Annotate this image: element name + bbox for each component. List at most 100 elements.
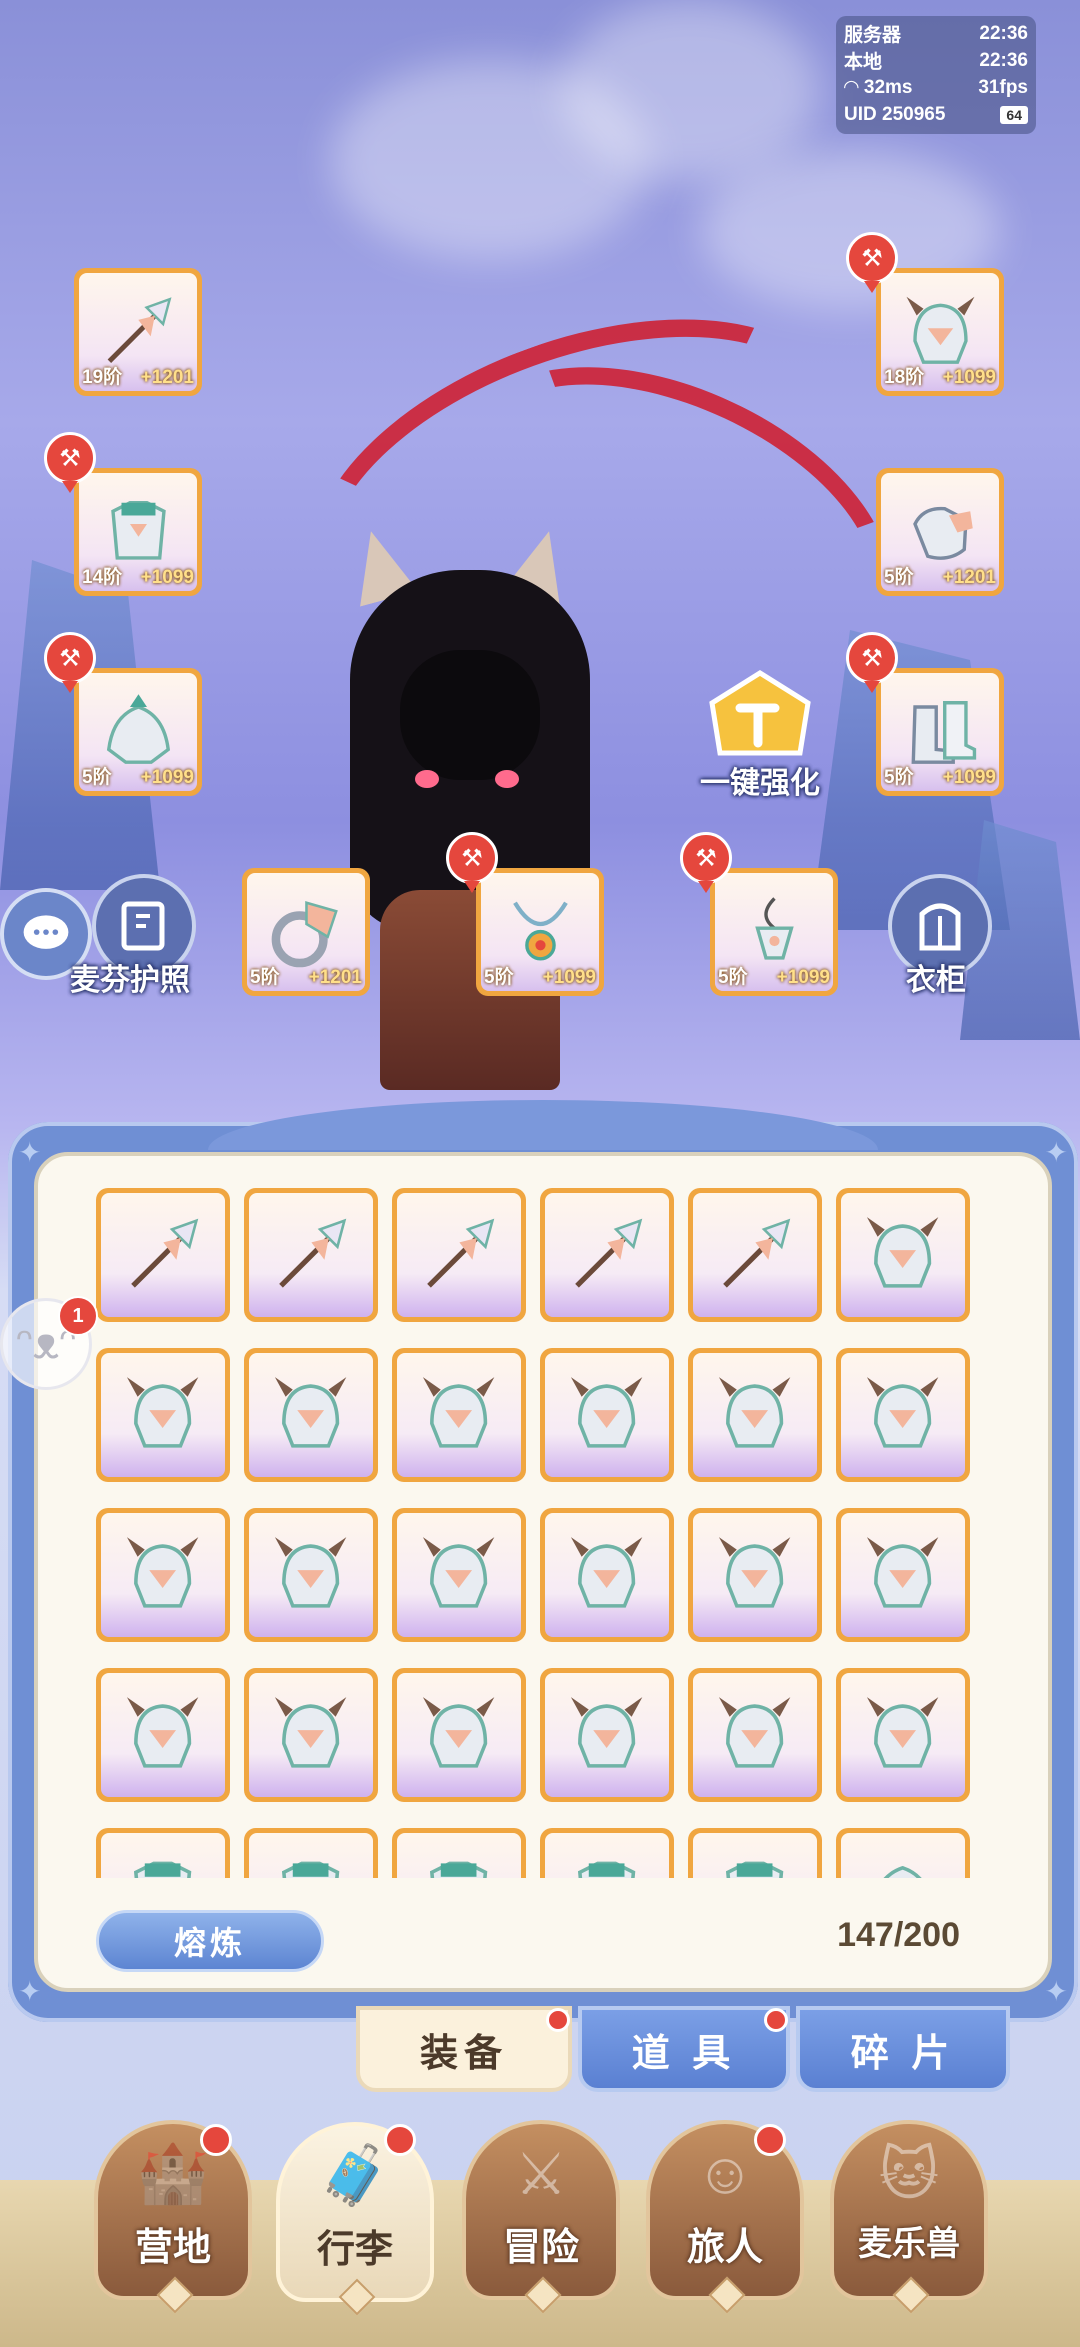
inventory-item[interactable]: [836, 1188, 970, 1322]
inventory-item[interactable]: [96, 1668, 230, 1802]
slot-power: +1099: [542, 967, 596, 988]
player-character[interactable]: [330, 530, 630, 1090]
passport-book-icon: [121, 901, 165, 951]
pauldron-icon: [884, 1866, 922, 1878]
slot-level: 5阶: [718, 967, 748, 988]
armor-icon: [726, 1861, 784, 1878]
hammer-upgrade-icon[interactable]: ⚒: [44, 432, 96, 493]
slot-level: 5阶: [484, 967, 514, 988]
helmet-icon: [127, 1377, 199, 1449]
inventory-item[interactable]: [392, 1668, 526, 1802]
inventory-item[interactable]: [392, 1188, 526, 1322]
inventory-item[interactable]: [540, 1348, 674, 1482]
nav-label: 麦乐兽: [858, 2225, 960, 2263]
equip-slot-gloves[interactable]: 5阶 +1201: [876, 468, 1004, 596]
hammer-upgrade-icon[interactable]: ⚒: [44, 632, 96, 693]
hammer-upgrade-icon[interactable]: ⚒: [846, 632, 898, 693]
server-label: 服务器: [844, 25, 902, 46]
equip-slot-ring[interactable]: 5阶 +1201: [242, 868, 370, 996]
inventory-item[interactable]: [96, 1508, 230, 1642]
notification-dot: [384, 2124, 416, 2156]
inventory-item[interactable]: [96, 1828, 230, 1878]
nav-adventure[interactable]: ⚔ 冒险: [462, 2120, 620, 2314]
equip-slot-weapon[interactable]: 19阶 +1201: [74, 268, 202, 396]
armor-icon: [578, 1861, 636, 1878]
wardrobe-icon: [919, 903, 961, 951]
slot-power: +1201: [140, 367, 194, 388]
local-time: 22:36: [979, 49, 1028, 71]
nav-label: 营地: [134, 2227, 211, 2269]
inventory-item[interactable]: [688, 1508, 822, 1642]
inventory-item[interactable]: [244, 1508, 378, 1642]
spear-icon: [130, 1218, 198, 1288]
bag-icon: 🧳: [318, 2143, 392, 2208]
blush: [495, 770, 519, 788]
wardrobe-label[interactable]: 衣柜: [906, 955, 966, 999]
inventory-item[interactable]: [244, 1188, 378, 1322]
notification-dot: [754, 2124, 786, 2156]
equip-slot-armor[interactable]: 14阶 +1099: [74, 468, 202, 596]
spear-icon: [574, 1218, 642, 1288]
inventory-item[interactable]: [688, 1828, 822, 1878]
slot-power: +1099: [942, 367, 996, 388]
inventory-item[interactable]: [540, 1668, 674, 1802]
passport-label[interactable]: 麦芬护照: [70, 955, 190, 999]
smelt-button[interactable]: 熔炼: [96, 1910, 324, 1972]
character-face: [400, 650, 540, 780]
slot-level: 19阶: [82, 367, 123, 388]
equip-slot-boots[interactable]: 5阶 +1099: [876, 668, 1004, 796]
equip-slot-helmet[interactable]: 18阶 +1099: [876, 268, 1004, 396]
traveler-icon: ☺: [695, 2141, 755, 2206]
inventory-item[interactable]: [244, 1828, 378, 1878]
helmet-icon: [275, 1537, 347, 1609]
inventory-item[interactable]: [688, 1188, 822, 1322]
tab-fragments[interactable]: 碎 片: [796, 2006, 1010, 2092]
slot-level: 5阶: [250, 967, 280, 988]
inventory-item[interactable]: [244, 1668, 378, 1802]
inventory-item[interactable]: [392, 1348, 526, 1482]
inventory-item[interactable]: [96, 1348, 230, 1482]
hammer-upgrade-icon[interactable]: ⚒: [446, 832, 498, 893]
inventory-item[interactable]: [836, 1508, 970, 1642]
slot-level: 18阶: [884, 367, 925, 388]
ping-value: 32ms: [863, 77, 913, 98]
inventory-item[interactable]: [392, 1508, 526, 1642]
nav-pets[interactable]: 🐱 麦乐兽: [830, 2120, 988, 2314]
slot-level: 5阶: [82, 767, 112, 788]
inventory-item[interactable]: [540, 1828, 674, 1878]
equip-slot-necklace[interactable]: 5阶 +1099: [476, 868, 604, 996]
tab-label: 碎 片: [850, 2032, 956, 2075]
tab-equipment[interactable]: 装备: [356, 2006, 572, 2092]
inventory-item[interactable]: [836, 1828, 970, 1878]
corner-ornament: ✦: [18, 1976, 42, 2007]
hammer-upgrade-icon[interactable]: ⚒: [680, 832, 732, 893]
inventory-item[interactable]: [96, 1188, 230, 1322]
inventory-item[interactable]: [392, 1828, 526, 1878]
helmet-icon: [423, 1537, 495, 1609]
tab-label: 道 具: [631, 2032, 737, 2075]
equip-slot-charm[interactable]: 5阶 +1099: [710, 868, 838, 996]
hammer-upgrade-icon[interactable]: ⚒: [846, 232, 898, 293]
slot-power: +1099: [776, 967, 830, 988]
server-time: 22:36: [979, 22, 1028, 44]
inventory-item[interactable]: [836, 1668, 970, 1802]
one-click-upgrade-button[interactable]: [700, 668, 820, 768]
pet-cat-icon: 🐱: [878, 2142, 940, 2207]
equip-slot-shoulder[interactable]: 5阶 +1099: [74, 668, 202, 796]
spear-icon: [278, 1218, 346, 1288]
battery-icon: 64: [1000, 105, 1028, 124]
notification-dot: [764, 2008, 788, 2032]
one-click-upgrade-label[interactable]: 一键强化: [700, 758, 820, 802]
uid-value: UID 250965: [844, 103, 946, 125]
inventory-item[interactable]: [688, 1668, 822, 1802]
inventory-item[interactable]: [540, 1508, 674, 1642]
tab-items[interactable]: 道 具: [578, 2006, 790, 2092]
inventory-item[interactable]: [688, 1348, 822, 1482]
nav-label: 冒险: [502, 2227, 579, 2269]
notification-dot: [546, 2008, 570, 2032]
inventory-item[interactable]: [244, 1348, 378, 1482]
inventory-item[interactable]: [836, 1348, 970, 1482]
slot-power: +1099: [942, 767, 996, 788]
inventory-item[interactable]: [540, 1188, 674, 1322]
castle-icon: 🏰: [136, 2141, 210, 2206]
